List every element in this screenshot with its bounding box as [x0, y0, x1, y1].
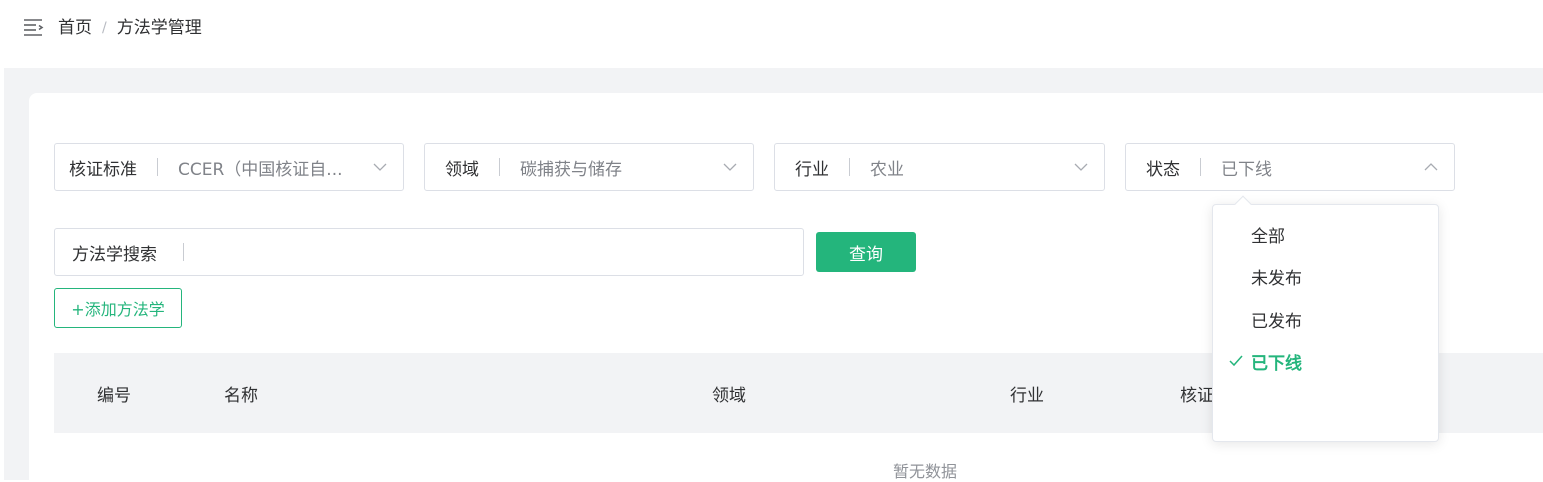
filter-standard-label: 核证标准: [69, 159, 137, 180]
column-header-id[interactable]: 编号: [97, 381, 131, 406]
filter-status-value: 已下线: [1221, 159, 1272, 180]
divider: [1200, 158, 1201, 176]
divider: [849, 158, 850, 176]
menu-fold-icon[interactable]: [23, 18, 45, 36]
breadcrumb: 首页 / 方法学管理: [58, 17, 202, 39]
filter-standard-value: CCER（中国核证自...: [178, 159, 343, 180]
check-icon: [1229, 355, 1243, 367]
divider: [157, 158, 158, 176]
filter-domain-value: 碳捕获与储存: [520, 159, 622, 180]
filter-status[interactable]: 状态 已下线: [1125, 143, 1455, 191]
filter-industry[interactable]: 行业 农业: [774, 143, 1105, 191]
empty-state-text: 暂无数据: [892, 462, 957, 481]
divider: [499, 158, 500, 176]
add-methodology-button[interactable]: +添加方法学: [54, 288, 182, 328]
filter-industry-label: 行业: [795, 159, 829, 180]
chevron-down-icon: [1074, 163, 1088, 171]
methodology-search: 方法学搜索: [54, 228, 804, 276]
dropdown-option-unpublished[interactable]: 未发布: [1213, 259, 1438, 293]
filter-standard[interactable]: 核证标准 CCER（中国核证自...: [54, 143, 404, 191]
top-bar: 首页 / 方法学管理: [0, 0, 1543, 68]
dropdown-option-published[interactable]: 已发布: [1213, 302, 1438, 336]
dropdown-option-all[interactable]: 全部: [1213, 217, 1438, 251]
search-label: 方法学搜索: [72, 244, 157, 265]
search-input[interactable]: [184, 229, 803, 275]
chevron-down-icon: [723, 163, 737, 171]
column-header-domain[interactable]: 领域: [712, 381, 746, 406]
column-header-industry[interactable]: 行业: [1010, 381, 1044, 406]
status-dropdown: 全部 未发布 已发布 已下线: [1212, 195, 1439, 442]
chevron-down-icon: [373, 163, 387, 171]
filter-status-label: 状态: [1146, 159, 1180, 180]
filter-industry-value: 农业: [870, 159, 904, 180]
query-button[interactable]: 查询: [816, 232, 916, 272]
breadcrumb-current: 方法学管理: [116, 18, 202, 38]
column-header-name[interactable]: 名称: [224, 381, 258, 406]
chevron-up-icon: [1424, 163, 1438, 171]
filter-domain[interactable]: 领域 碳捕获与储存: [424, 143, 754, 191]
dropdown-option-offline[interactable]: 已下线: [1213, 344, 1438, 378]
breadcrumb-separator: /: [102, 20, 107, 36]
column-header-standard[interactable]: 核证: [1180, 381, 1214, 406]
breadcrumb-home[interactable]: 首页: [58, 17, 92, 39]
dropdown-option-label: 已下线: [1251, 353, 1302, 374]
filter-domain-label: 领域: [445, 159, 479, 180]
